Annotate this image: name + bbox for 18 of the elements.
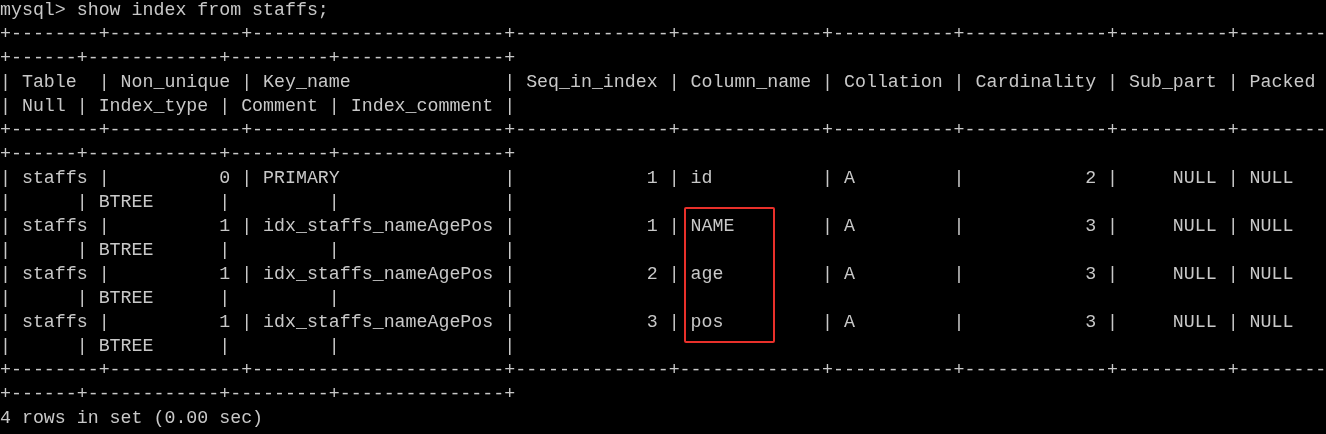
table-line: +------+------------+---------+---------------+ <box>0 383 516 406</box>
command-line: mysql> show index from staffs; <box>0 0 329 22</box>
table-line: +--------+------------+-----------------------+--------------+-------------+-----------+-------------+----------+-------- <box>0 23 1326 46</box>
table-line: | Table | Non_unique | Key_name | Seq_in_index | Column_name | Collation | Cardinality | Sub_part | Packed <box>0 71 1316 94</box>
table-line: +------+------------+---------+---------------+ <box>0 47 516 70</box>
table-line: | | BTREE | | | <box>0 335 516 358</box>
table-line: | Null | Index_type | Comment | Index_comment | <box>0 95 516 118</box>
table-line: | | BTREE | | | <box>0 191 516 214</box>
table-line: +--------+------------+-----------------------+--------------+-------------+-----------+-------------+----------+-------- <box>0 359 1326 382</box>
table-line: +--------+------------+-----------------------+--------------+-------------+-----------+-------------+----------+-------- <box>0 119 1326 142</box>
table-line: | | BTREE | | | <box>0 287 516 310</box>
table-line: | staffs | 0 | PRIMARY | 1 | id | A | 2 | NULL | NULL <box>0 167 1294 190</box>
table-line: | staffs | 1 | idx_staffs_nameAgePos | 3 | pos | A | 3 | NULL | NULL <box>0 311 1294 334</box>
table-line: +------+------------+---------+---------------+ <box>0 143 516 166</box>
table-line: | | BTREE | | | <box>0 239 516 262</box>
table-line: | staffs | 1 | idx_staffs_nameAgePos | 2 | age | A | 3 | NULL | NULL <box>0 263 1294 286</box>
result-summary: 4 rows in set (0.00 sec) <box>0 407 264 430</box>
table-line: | staffs | 1 | idx_staffs_nameAgePos | 1 | NAME | A | 3 | NULL | NULL <box>0 215 1294 238</box>
